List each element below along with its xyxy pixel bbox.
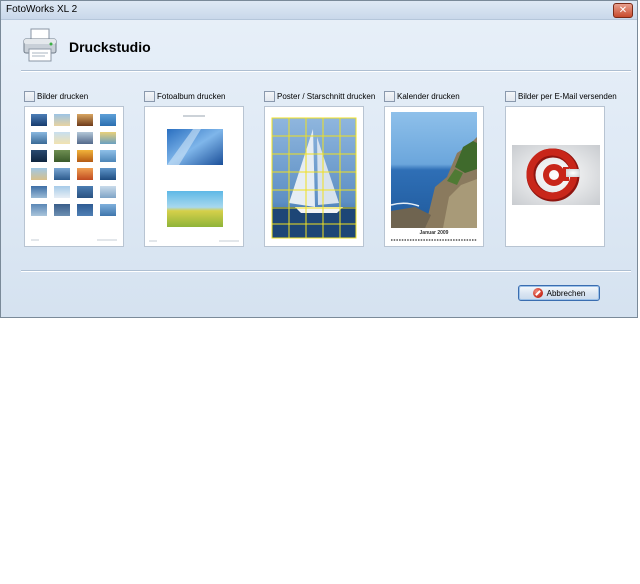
divider (21, 270, 631, 272)
thumbnail (54, 132, 70, 144)
thumbnail (77, 150, 93, 162)
option-print-calendar[interactable]: Kalender drucken (384, 90, 494, 102)
dialog-window: FotoWorks XL 2 ✕ Druckstudio Bilder druc… (0, 0, 638, 318)
album-page-graphic (149, 115, 239, 242)
thumbnail (100, 150, 116, 162)
thumbnail (100, 186, 116, 198)
print-album-preview[interactable] (144, 106, 244, 247)
print-poster-label[interactable]: Poster / Starschnitt drucken (277, 92, 375, 101)
print-photos-checkbox[interactable] (24, 90, 35, 102)
thumbnail (77, 114, 93, 126)
print-poster-preview[interactable] (264, 106, 364, 247)
print-photos-label[interactable]: Bilder drucken (37, 92, 88, 101)
thumbnail (100, 168, 116, 180)
page-title: Druckstudio (69, 39, 151, 55)
calendar-month-label: Januar 2009 (419, 230, 449, 236)
option-print-album[interactable]: Fotoalbum drucken (144, 90, 254, 102)
thumbnail (100, 132, 116, 144)
thumbnail (100, 204, 116, 216)
title-bar[interactable]: FotoWorks XL 2 ✕ (1, 1, 637, 20)
thumbnail (54, 168, 70, 180)
thumbnail (77, 186, 93, 198)
window-title: FotoWorks XL 2 (6, 4, 78, 15)
print-calendar-checkbox[interactable] (384, 90, 395, 102)
thumbnail (100, 114, 116, 126)
thumbnail (54, 204, 70, 216)
print-album-checkbox[interactable] (144, 90, 155, 102)
dialog-header: Druckstudio (21, 27, 621, 67)
option-email-photos[interactable]: Bilder per E-Mail versenden (505, 90, 617, 102)
photo-thumbnail-grid (31, 114, 119, 216)
printer-icon (23, 28, 57, 62)
calendar-graphic (390, 112, 477, 228)
thumbnail (54, 186, 70, 198)
thumbnail (31, 114, 47, 126)
email-photos-preview[interactable] (505, 106, 605, 247)
divider (21, 70, 631, 72)
cancel-button[interactable]: Abbrechen (518, 285, 600, 301)
print-photos-preview[interactable] (24, 106, 124, 247)
print-poster-checkbox[interactable] (264, 90, 275, 102)
email-graphic (512, 145, 600, 205)
poster-graphic (271, 117, 357, 239)
print-calendar-preview[interactable]: Januar 2009 (384, 106, 484, 247)
option-print-photos[interactable]: Bilder drucken (24, 90, 134, 102)
print-calendar-label[interactable]: Kalender drucken (397, 92, 460, 101)
thumbnail (54, 114, 70, 126)
thumbnail (31, 204, 47, 216)
page-footer-marks (31, 239, 117, 241)
thumbnail (77, 204, 93, 216)
calendar-day-strip (391, 239, 477, 241)
thumbnail (31, 186, 47, 198)
close-button[interactable]: ✕ (613, 3, 633, 18)
email-photos-label[interactable]: Bilder per E-Mail versenden (518, 92, 617, 101)
cancel-icon (532, 288, 543, 298)
thumbnail (77, 168, 93, 180)
thumbnail (77, 132, 93, 144)
option-print-poster[interactable]: Poster / Starschnitt drucken (264, 90, 375, 102)
email-photos-checkbox[interactable] (505, 90, 516, 102)
cancel-button-label: Abbrechen (546, 288, 586, 298)
thumbnail (54, 150, 70, 162)
thumbnail (31, 168, 47, 180)
thumbnail (31, 132, 47, 144)
thumbnail (31, 150, 47, 162)
print-album-label[interactable]: Fotoalbum drucken (157, 92, 225, 101)
